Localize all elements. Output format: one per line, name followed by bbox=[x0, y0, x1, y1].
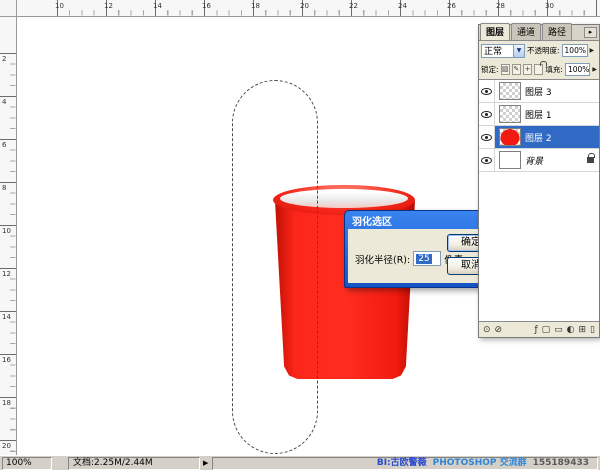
visibility-toggle[interactable] bbox=[479, 103, 495, 125]
panel-footer: ⊙ ⊘ ƒ ▢ ▭ ◐ ⊞ ▯ bbox=[479, 321, 599, 337]
opacity-input[interactable]: 100% bbox=[562, 44, 588, 57]
layer-row-selected[interactable]: 图层 2 bbox=[479, 126, 599, 149]
layer-name: 背景 bbox=[525, 154, 543, 167]
opacity-label: 不透明度: bbox=[527, 45, 560, 56]
layer-name: 图层 3 bbox=[525, 85, 552, 98]
ruler-number: 6 bbox=[2, 141, 6, 149]
feather-radius-label: 羽化半径(R): bbox=[355, 252, 410, 266]
eye-icon bbox=[481, 88, 492, 95]
status-message-field: BI:古欧警薇 PHOTOSHOP 交流群 155189433 bbox=[212, 457, 598, 470]
panel-menu-icon[interactable]: ▸ bbox=[584, 27, 597, 38]
new-group-icon[interactable]: ▭ bbox=[554, 323, 563, 337]
feather-radius-input[interactable]: 25 bbox=[413, 251, 441, 266]
ruler-number: 20 bbox=[2, 442, 11, 450]
add-mask-icon[interactable]: ▢ bbox=[542, 323, 551, 337]
vertical-ruler: 2 4 6 8 10 12 14 16 18 20 bbox=[0, 17, 17, 455]
lock-transparency-icon[interactable]: ▨ bbox=[501, 64, 510, 75]
tab-channels[interactable]: 通道 bbox=[511, 23, 541, 40]
fill-input[interactable]: 100% bbox=[565, 63, 590, 76]
ruler-number: 18 bbox=[2, 399, 11, 407]
visibility-toggle[interactable] bbox=[479, 126, 495, 148]
fill-label: 填充: bbox=[545, 64, 563, 75]
eye-icon bbox=[481, 111, 492, 118]
ruler-number: 12 bbox=[104, 2, 113, 10]
ruler-number: 12 bbox=[2, 270, 11, 278]
ruler-number: 28 bbox=[496, 2, 505, 10]
ruler-number: 18 bbox=[251, 2, 260, 10]
photoshop-window: 10 12 14 16 18 20 22 24 26 28 30 2 4 6 8… bbox=[0, 0, 600, 470]
ruler-number: 16 bbox=[2, 356, 11, 364]
status-bar: 100% 文档:2.25M/2.44M ▶ BI:古欧警薇 PHOTOSHOP … bbox=[0, 455, 600, 470]
eye-icon bbox=[481, 134, 492, 141]
ruler-number: 2 bbox=[2, 55, 6, 63]
delete-layer-icon[interactable]: ▯ bbox=[590, 323, 595, 337]
watermark-group: PHOTOSHOP 交流群 bbox=[433, 458, 527, 469]
zoom-level-field[interactable]: 100% bbox=[2, 457, 52, 470]
layer-name: 图层 2 bbox=[525, 131, 552, 144]
visibility-toggle[interactable] bbox=[479, 80, 495, 102]
layers-panel: 图层 通道 路径 ▸ 正常 ▼ 不透明度: 100% ▶ 锁定: ▨ ✎ + 填… bbox=[478, 24, 600, 338]
layer-thumbnail[interactable] bbox=[499, 82, 521, 100]
ruler-number: 14 bbox=[153, 2, 162, 10]
lock-row: 锁定: ▨ ✎ + 填充: 100% ▶ bbox=[479, 60, 599, 79]
horizontal-ruler: 10 12 14 16 18 20 22 24 26 28 30 bbox=[17, 0, 600, 17]
lock-pixels-icon[interactable]: ✎ bbox=[512, 64, 521, 75]
ruler-number: 4 bbox=[2, 98, 6, 106]
background-lock-icon bbox=[587, 157, 594, 163]
tab-layers[interactable]: 图层 bbox=[480, 23, 510, 40]
lock-label: 锁定: bbox=[481, 64, 499, 75]
layer-row[interactable]: 图层 1 bbox=[479, 103, 599, 126]
panel-tab-bar: 图层 通道 路径 ▸ bbox=[479, 25, 599, 41]
blend-mode-row: 正常 ▼ 不透明度: 100% ▶ bbox=[479, 41, 599, 60]
ruler-number: 14 bbox=[2, 313, 11, 321]
ruler-number: 20 bbox=[300, 2, 309, 10]
blend-mode-value: 正常 bbox=[484, 44, 502, 57]
ruler-number: 8 bbox=[2, 184, 6, 192]
new-layer-icon[interactable]: ⊞ bbox=[579, 323, 587, 337]
selection-marquee bbox=[232, 80, 318, 454]
blend-mode-select[interactable]: 正常 ▼ bbox=[481, 44, 525, 58]
fill-slider-icon[interactable]: ▶ bbox=[592, 66, 597, 73]
ruler-number: 16 bbox=[202, 2, 211, 10]
ruler-number: 26 bbox=[447, 2, 456, 10]
lock-all-icon[interactable] bbox=[534, 64, 543, 75]
dialog-title: 羽化选区 bbox=[352, 213, 392, 228]
layer-row-background[interactable]: 背景 bbox=[479, 149, 599, 172]
opacity-slider-icon[interactable]: ▶ bbox=[590, 47, 595, 54]
layer-row[interactable]: 图层 3 bbox=[479, 80, 599, 103]
watermark-number: 155189433 bbox=[533, 458, 589, 469]
watermark-author: BI:古欧警薇 bbox=[377, 458, 427, 469]
tab-paths[interactable]: 路径 bbox=[542, 23, 572, 40]
chevron-down-icon: ▼ bbox=[513, 45, 524, 57]
layer-thumbnail[interactable] bbox=[499, 128, 521, 146]
ruler-corner bbox=[0, 0, 17, 17]
feather-radius-value: 25 bbox=[416, 254, 431, 264]
eye-icon bbox=[481, 157, 492, 164]
ruler-number: 22 bbox=[349, 2, 358, 10]
layer-list: 图层 3 图层 1 图层 2 背景 bbox=[479, 79, 599, 321]
status-menu-arrow-icon[interactable]: ▶ bbox=[203, 459, 208, 467]
visibility-toggle[interactable] bbox=[479, 149, 495, 171]
lock-indicator-icon[interactable]: ⊘ bbox=[495, 323, 503, 337]
lock-position-icon[interactable]: + bbox=[523, 64, 532, 75]
layer-name: 图层 1 bbox=[525, 108, 552, 121]
layer-style-icon[interactable]: ƒ bbox=[534, 323, 537, 337]
ruler-number: 10 bbox=[2, 227, 11, 235]
link-layers-icon[interactable]: ⊙ bbox=[483, 323, 491, 337]
adjustment-layer-icon[interactable]: ◐ bbox=[567, 323, 575, 337]
layer-thumbnail[interactable] bbox=[499, 151, 521, 169]
ruler-number: 10 bbox=[55, 2, 64, 10]
layer-thumbnail[interactable] bbox=[499, 105, 521, 123]
ruler-number: 30 bbox=[545, 2, 554, 10]
ruler-number: 24 bbox=[398, 2, 407, 10]
document-size-field: 文档:2.25M/2.44M bbox=[68, 457, 200, 470]
